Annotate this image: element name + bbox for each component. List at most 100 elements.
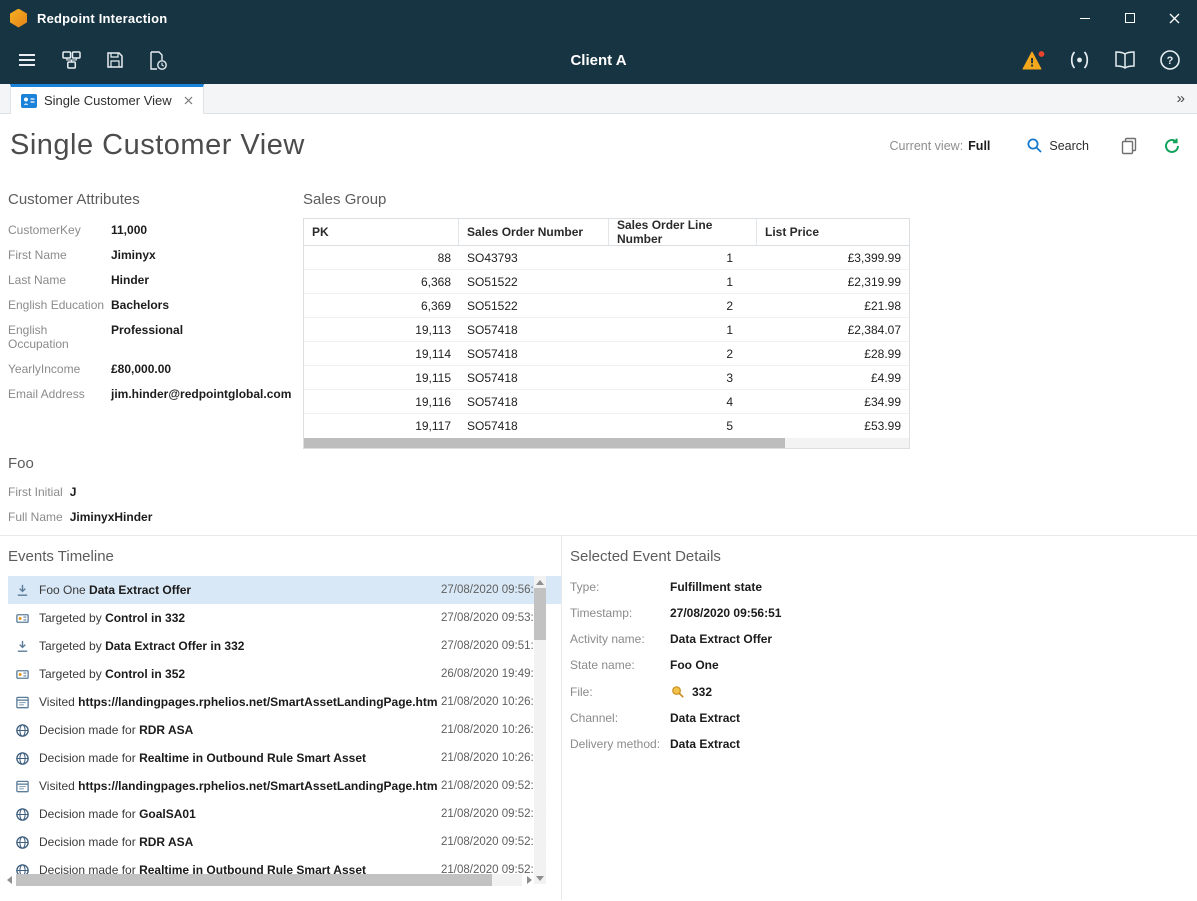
column-header[interactable]: List Price [757, 219, 909, 245]
column-header[interactable]: Sales Order Number [459, 219, 609, 245]
table-row[interactable]: 19,117 SO57418 5 £53.99 [304, 414, 909, 438]
save-icon[interactable] [105, 50, 125, 70]
app-title: Redpoint Interaction [37, 11, 167, 26]
customer-attributes-title: Customer Attributes [8, 191, 303, 208]
timeline-event[interactable]: Targeted by Data Extract Offer in 332 27… [8, 632, 561, 660]
cell-pk: 19,116 [304, 395, 459, 409]
event-timestamp: 21/08/2020 10:26:27 [441, 724, 547, 736]
timeline-event[interactable]: Visited https://landingpages.rphelios.ne… [8, 688, 561, 716]
sales-table-body: 88 SO43793 1 £3,399.99 6,368 SO51522 1 £… [304, 246, 909, 438]
table-row[interactable]: 6,368 SO51522 1 £2,319.99 [304, 270, 909, 294]
workflow-icon[interactable] [60, 49, 83, 71]
event-timestamp: 26/08/2020 19:49:23 [441, 668, 547, 680]
event-timestamp: 27/08/2020 09:53:49 [441, 612, 547, 624]
timeline-event[interactable]: Decision made for RDR ASA 21/08/2020 10:… [8, 716, 561, 744]
event-timestamp: 21/08/2020 09:52:10 [441, 836, 547, 848]
search-icon [1026, 137, 1043, 154]
column-header[interactable]: Sales Order Line Number [609, 219, 757, 245]
event-name: RDR ASA [139, 835, 193, 849]
attribute-label: English Education [8, 298, 111, 312]
timeline-event[interactable]: Visited https://landingpages.rphelios.ne… [8, 772, 561, 800]
timeline-event[interactable]: Targeted by Control in 332 27/08/2020 09… [8, 604, 561, 632]
selected-event-details-list: Type: Fulfillment state Timestamp: 27/08… [570, 580, 1197, 751]
current-view-label: Current view: [890, 139, 964, 153]
timeline-event[interactable]: Targeted by Control in 352 26/08/2020 19… [8, 660, 561, 688]
detail-value: Data Extract [670, 711, 740, 725]
table-row[interactable]: 6,369 SO51522 2 £21.98 [304, 294, 909, 318]
attribute-row: Last Name Hinder [8, 273, 303, 287]
foo-value: J [70, 485, 77, 499]
decision-icon [14, 806, 30, 822]
copy-icon[interactable] [1121, 137, 1137, 155]
table-row[interactable]: 19,116 SO57418 4 £34.99 [304, 390, 909, 414]
scrollbar-thumb[interactable] [16, 874, 492, 886]
event-text: Targeted by Control in 352 [39, 667, 441, 681]
redpoint-logo-icon [10, 9, 27, 28]
cell-pk: 19,117 [304, 419, 459, 433]
detail-label: Type: [570, 580, 670, 594]
client-title: Client A [0, 52, 1197, 69]
scrollbar-track[interactable] [16, 874, 522, 886]
table-row[interactable]: 19,114 SO57418 2 £28.99 [304, 342, 909, 366]
minimize-icon[interactable] [1062, 0, 1107, 36]
foo-row: Full Name JiminyxHinder [8, 510, 1197, 524]
selected-event-details-panel: Selected Event Details Type: Fulfillment… [562, 536, 1197, 900]
maximize-icon[interactable] [1107, 0, 1152, 36]
detail-row: State name: Foo One [570, 658, 1197, 672]
scrollbar-thumb[interactable] [304, 438, 785, 448]
scroll-up-icon[interactable] [534, 576, 546, 588]
sales-group-table: PK Sales Order Number Sales Order Line N… [303, 218, 910, 449]
timeline-vscrollbar[interactable] [534, 576, 546, 884]
tab-label: Single Customer View [44, 93, 172, 108]
menu-icon[interactable] [16, 49, 38, 71]
search-button[interactable]: Search [1026, 137, 1089, 154]
timeline-event[interactable]: Foo One Data Extract Offer 27/08/2020 09… [8, 576, 561, 604]
help-icon[interactable]: ? [1159, 49, 1181, 71]
document-clock-icon[interactable] [147, 50, 168, 71]
connection-icon[interactable] [1068, 49, 1091, 71]
download-icon [14, 582, 30, 598]
close-icon[interactable] [1152, 0, 1197, 36]
attribute-row: English Occupation Professional [8, 323, 303, 351]
sales-group-title: Sales Group [303, 191, 910, 208]
cell-pk: 19,114 [304, 347, 459, 361]
tab-overflow-icon[interactable]: » [1177, 90, 1185, 107]
timeline-hscrollbar[interactable] [2, 873, 536, 886]
cell-pk: 88 [304, 251, 459, 265]
event-name: RDR ASA [139, 723, 193, 737]
event-timestamp: 21/08/2020 09:52:10 [441, 808, 547, 820]
timeline-event[interactable]: Decision made for RDR ASA 21/08/2020 09:… [8, 828, 561, 856]
scroll-right-icon[interactable] [522, 876, 536, 884]
event-timestamp: 27/08/2020 09:56:51 [441, 584, 547, 596]
scrollbar-thumb[interactable] [534, 588, 546, 640]
cell-sales-order-line-number: 4 [609, 395, 757, 409]
detail-label: Activity name: [570, 632, 670, 646]
table-row[interactable]: 19,113 SO57418 1 £2,384.07 [304, 318, 909, 342]
attribute-value: Jiminyx [111, 248, 156, 262]
column-header[interactable]: PK [304, 219, 459, 245]
timeline-event[interactable]: Decision made for Realtime in Outbound R… [8, 744, 561, 772]
current-view-value[interactable]: Full [968, 139, 990, 153]
cell-sales-order-line-number: 1 [609, 323, 757, 337]
tab-single-customer-view[interactable]: Single Customer View [10, 84, 204, 114]
detail-row: File: 332 [570, 684, 1197, 699]
event-name: Realtime in Outbound Rule Smart Asset [139, 751, 366, 765]
event-prefix: Decision made for [39, 751, 136, 765]
tab-close-icon[interactable] [184, 96, 193, 105]
sales-group-panel: Sales Group PK Sales Order Number Sales … [303, 177, 910, 449]
book-icon[interactable] [1113, 50, 1137, 70]
scroll-left-icon[interactable] [2, 876, 16, 884]
download-icon [14, 638, 30, 654]
alerts-icon[interactable] [1021, 49, 1046, 72]
foo-list: First Initial J Full Name JiminyxHinder [8, 485, 1197, 524]
cell-sales-order-line-number: 1 [609, 251, 757, 265]
refresh-icon[interactable] [1163, 137, 1181, 155]
detail-value: Data Extract [670, 737, 740, 751]
attribute-label: CustomerKey [8, 223, 111, 237]
sales-table-hscrollbar[interactable] [304, 438, 909, 448]
table-row[interactable]: 19,115 SO57418 3 £4.99 [304, 366, 909, 390]
event-timestamp: 21/08/2020 09:52:10 [441, 780, 547, 792]
detail-label: State name: [570, 658, 670, 672]
timeline-event[interactable]: Decision made for GoalSA01 21/08/2020 09… [8, 800, 561, 828]
table-row[interactable]: 88 SO43793 1 £3,399.99 [304, 246, 909, 270]
